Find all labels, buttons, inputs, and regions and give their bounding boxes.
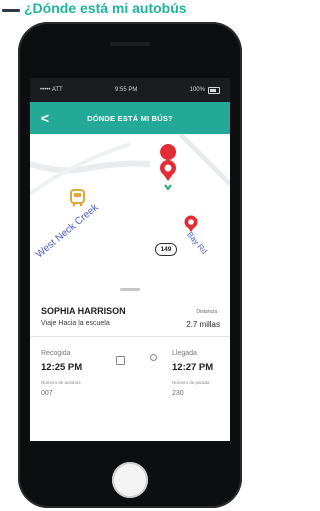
direction-chevron-icon [164,184,172,191]
drag-handle[interactable] [120,288,140,291]
battery-icon [207,86,220,94]
home-button[interactable] [112,462,148,498]
back-button[interactable]: < [30,102,60,134]
phone-frame: ••••• ATT 9:55 PM 100% < DÓNDE ESTÁ MI B… [18,22,242,508]
distance-value: 2.7 millas [186,320,220,329]
stop-number-label: Número de parada [172,380,210,385]
pickup-label: Recogida [41,350,71,357]
bus-number-label: Número de autobús [41,380,81,385]
stop-number-value: 230 [172,390,184,397]
caption-bar [2,8,20,12]
arrival-time: 12:27 PM [172,362,214,373]
status-right: 100% [189,86,220,94]
chevron-left-icon: < [40,110,50,126]
map-view[interactable]: West Neck Creek Bay Rd 149 [30,134,230,284]
info-panel: SOPHIA HARRISON Viaje Hacia la escuela D… [30,284,230,441]
pickup-time: 12:25 PM [41,362,83,373]
distance-label: Distancia [196,309,217,315]
status-time: 9:55 PM [115,87,138,93]
bus-mini-icon [116,356,125,365]
stop-pin-icon[interactable] [160,144,177,181]
pin-mini-icon [150,354,157,361]
divider [30,336,230,337]
phone-speaker [110,42,150,46]
carrier-label: ••••• ATT [40,87,63,93]
page-title: DÓNDE ESTÁ MI BÚS? [87,113,173,123]
bus-number-value: 007 [41,390,53,397]
bus-icon[interactable] [70,189,85,207]
arrival-label: Llegada [172,350,197,357]
status-bar: ••••• ATT 9:55 PM 100% [30,78,230,102]
route-number-badge: 149 [155,243,177,256]
map-canvas [30,134,230,232]
student-status: Viaje Hacia la escuela [41,320,110,327]
top-caption: ¿Dónde está mi autobús [0,0,261,20]
map-road-bg [30,160,151,174]
battery-label: 100% [189,87,205,93]
app-header: < DÓNDE ESTÁ MI BÚS? [30,102,230,134]
student-name: SOPHIA HARRISON [41,306,126,316]
map-road-bg-2 [178,134,230,186]
app-screen: ••••• ATT 9:55 PM 100% < DÓNDE ESTÁ MI B… [30,78,230,441]
caption-text: ¿Dónde está mi autobús [24,0,187,16]
